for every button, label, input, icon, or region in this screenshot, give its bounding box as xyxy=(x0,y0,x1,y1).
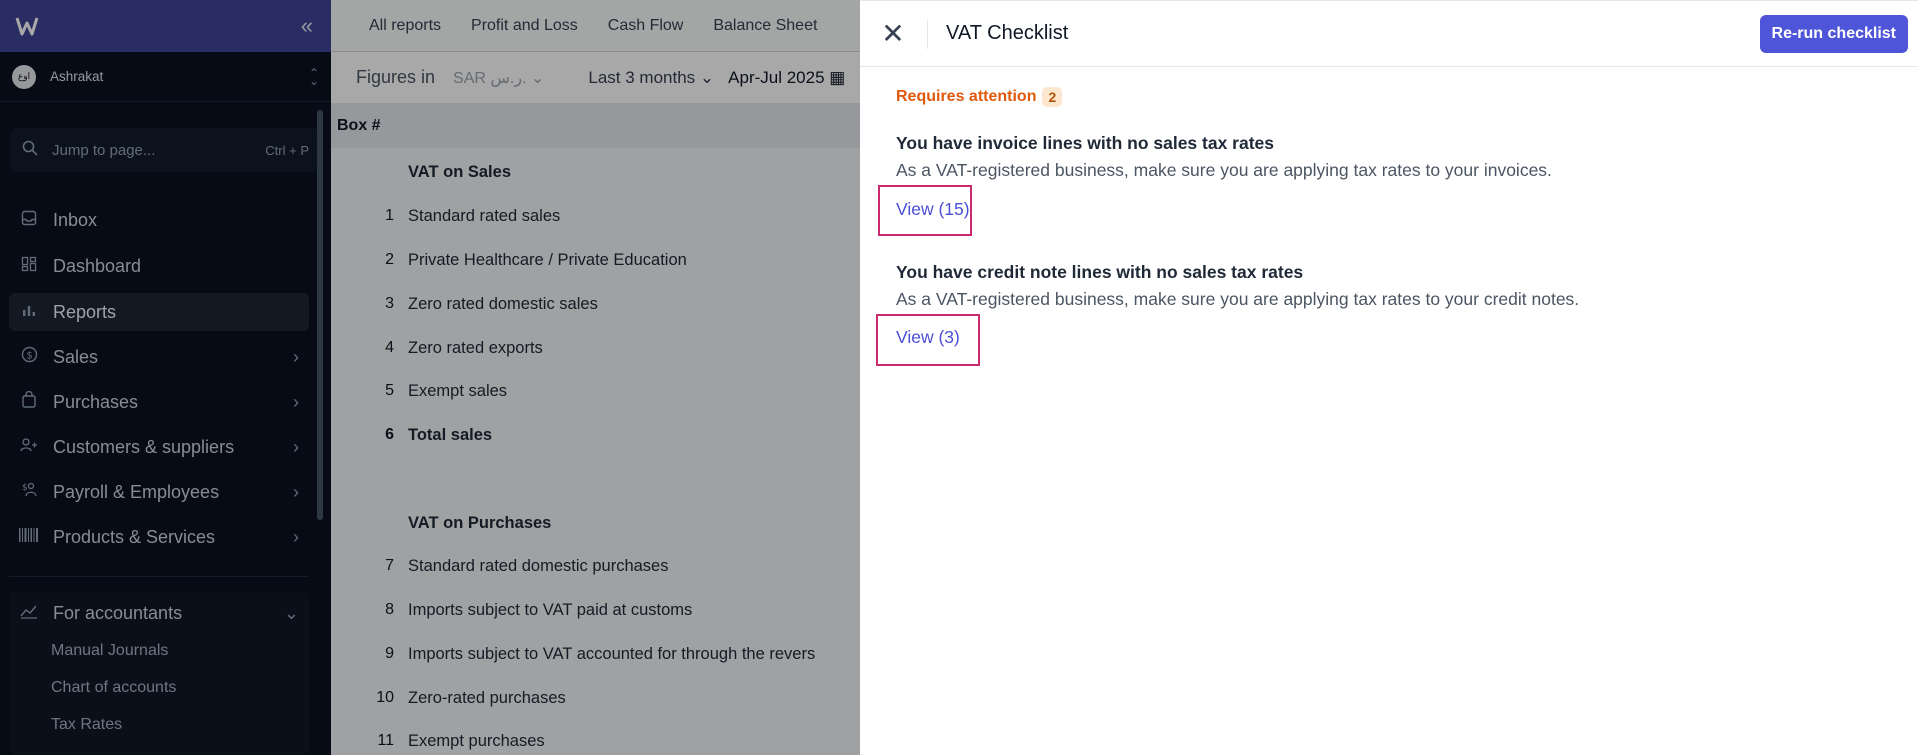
attention-count-badge: 2 xyxy=(1042,87,1063,107)
drawer-header: ✕ VAT Checklist Re-run checklist xyxy=(860,1,1918,67)
attention-label: Requires attention xyxy=(896,88,1037,105)
vat-checklist-drawer: ✕ VAT Checklist Re-run checklist Require… xyxy=(860,0,1918,755)
requires-attention-heading: Requires attention 2 xyxy=(896,87,1063,107)
issue-desc-invoices: As a VAT-registered business, make sure … xyxy=(896,160,1552,180)
view-invoices-link[interactable]: View (15) xyxy=(896,199,970,220)
rerun-checklist-button[interactable]: Re-run checklist xyxy=(1759,14,1908,53)
issue-desc-credit-notes: As a VAT-registered business, make sure … xyxy=(896,289,1580,309)
close-icon[interactable]: ✕ xyxy=(877,17,909,50)
view-credit-notes-link[interactable]: View (3) xyxy=(896,327,960,348)
drawer-title: VAT Checklist xyxy=(946,22,1069,44)
header-divider xyxy=(927,18,928,49)
modal-overlay[interactable] xyxy=(0,0,860,755)
issue-title-invoices: You have invoice lines with no sales tax… xyxy=(896,133,1275,153)
issue-title-credit-notes: You have credit note lines with no sales… xyxy=(896,262,1304,282)
